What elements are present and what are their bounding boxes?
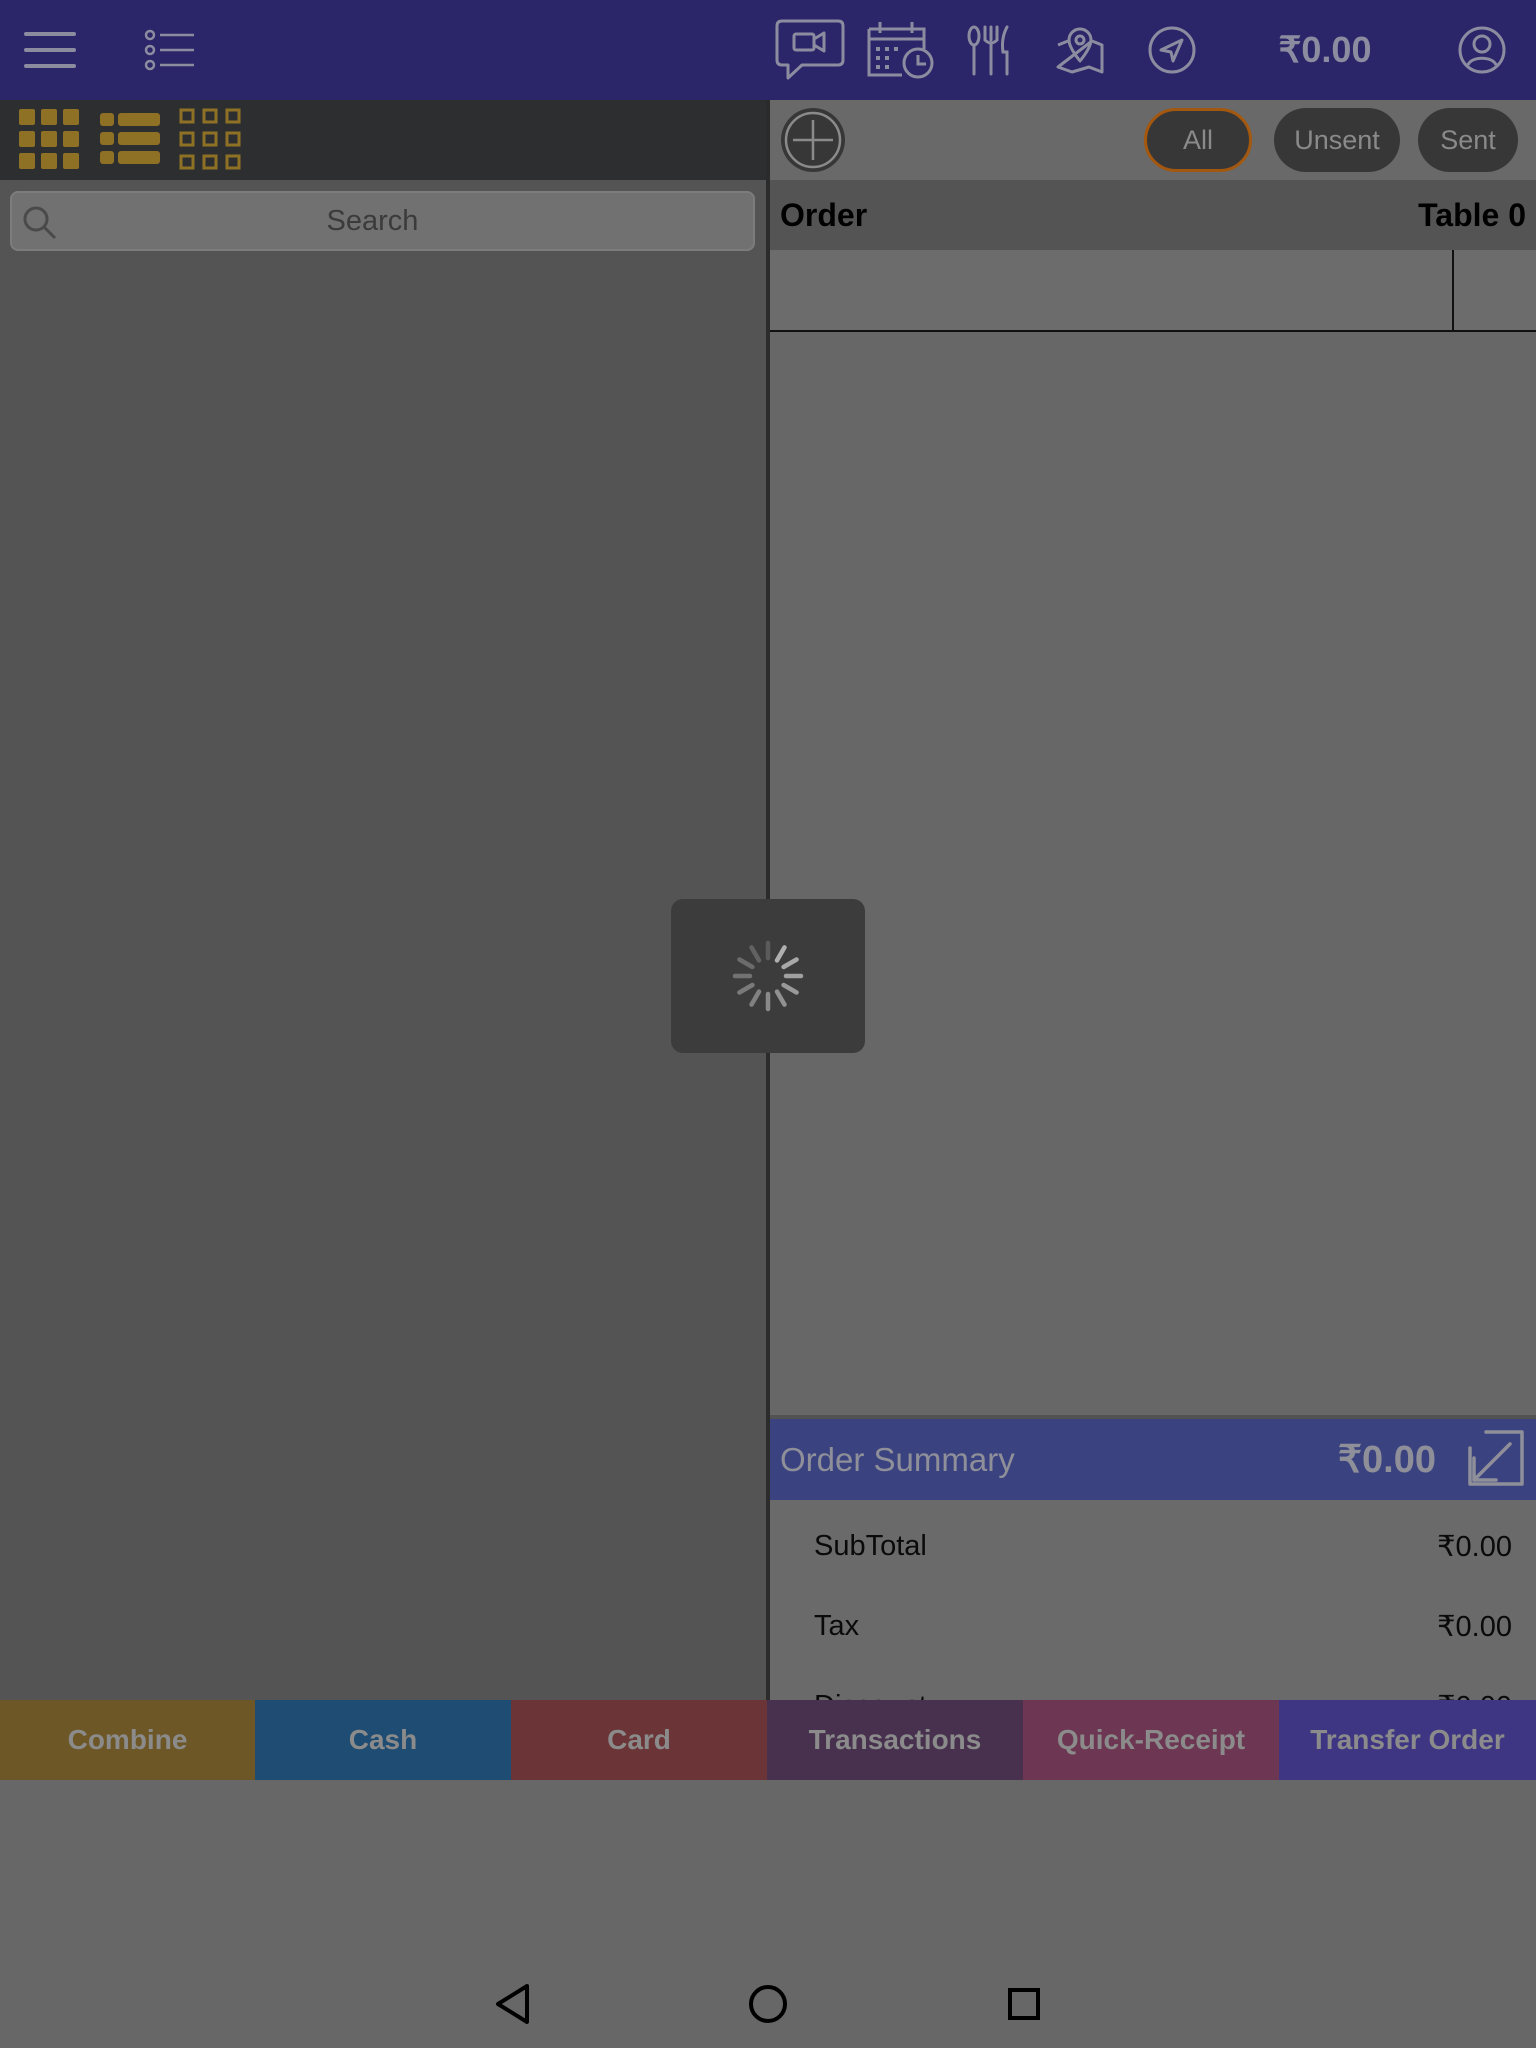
map-pin-icon[interactable] [1052, 0, 1108, 100]
order-filter-bar: All Unsent Sent [770, 100, 1536, 180]
collapse-arrow-icon[interactable] [1464, 1426, 1528, 1490]
spinner-icon [732, 940, 804, 1012]
discount-value: ₹0.00 [1437, 1689, 1512, 1701]
list-icon[interactable] [140, 0, 200, 100]
video-chat-icon[interactable] [772, 0, 848, 100]
cash-button[interactable]: Cash [255, 1700, 511, 1780]
search-icon [22, 205, 58, 246]
filter-unsent-pill[interactable]: Unsent [1274, 108, 1400, 172]
calendar-clock-icon[interactable] [866, 0, 936, 100]
system-nav-bar [0, 1960, 1536, 2048]
plus-circle-icon [784, 111, 842, 169]
search-field[interactable] [10, 191, 755, 251]
summary-title: Order Summary [780, 1440, 1015, 1478]
list-view-icon[interactable] [99, 108, 161, 175]
subtotal-label: SubTotal [814, 1529, 927, 1562]
combine-button[interactable]: Combine [0, 1700, 255, 1780]
cutlery-icon[interactable] [962, 0, 1018, 100]
column-separator [1452, 250, 1454, 330]
discount-label: Discount [814, 1690, 927, 1701]
transfer-order-button[interactable]: Transfer Order [1279, 1700, 1536, 1780]
header-total: ₹0.00 [1278, 29, 1372, 70]
grid-outline-icon[interactable] [179, 108, 241, 175]
summary-total: ₹0.00 [1337, 1439, 1436, 1481]
recents-icon[interactable] [994, 1974, 1054, 2034]
menu-icon[interactable] [18, 0, 82, 100]
navigation-icon[interactable] [1144, 0, 1200, 100]
add-order-button[interactable] [781, 108, 845, 172]
user-icon[interactable] [1454, 0, 1510, 100]
order-items-list [770, 332, 1536, 1515]
subtotal-value: ₹0.00 [1437, 1530, 1512, 1563]
back-icon[interactable] [482, 1974, 542, 2034]
order-title: Order [780, 196, 868, 233]
order-summary-body: SubTotal ₹0.00 Tax ₹0.00 Discount ₹0.00 [770, 1500, 1536, 1700]
transactions-button[interactable]: Transactions [767, 1700, 1023, 1780]
tax-value: ₹0.00 [1437, 1610, 1512, 1643]
order-panel: All Unsent Sent Order Table 0 Order Summ… [770, 100, 1536, 1700]
card-button[interactable]: Card [511, 1700, 767, 1780]
table-label[interactable]: Table 0 [1418, 197, 1526, 234]
top-app-bar: ₹0.00 [0, 0, 1536, 100]
empty-area [0, 1780, 1536, 1960]
order-items-header [770, 250, 1536, 332]
loading-dialog [671, 899, 865, 1053]
filter-sent-pill[interactable]: Sent [1418, 108, 1518, 172]
action-bar: Combine Cash Card Transactions Quick-Rec… [0, 1700, 1536, 1780]
filter-all-pill[interactable]: All [1144, 108, 1252, 172]
grid-large-icon[interactable] [18, 108, 80, 175]
summary-row-tax: Tax ₹0.00 [770, 1596, 1536, 1656]
order-summary-header[interactable]: Order Summary ₹0.00 [770, 1419, 1536, 1500]
view-mode-bar [0, 100, 766, 180]
search-input[interactable] [12, 193, 753, 249]
home-icon[interactable] [738, 1974, 798, 2034]
summary-row-discount: Discount ₹0.00 [770, 1676, 1536, 1701]
summary-row-subtotal: SubTotal ₹0.00 [770, 1516, 1536, 1576]
tax-label: Tax [814, 1609, 860, 1642]
product-panel [0, 100, 766, 1700]
order-header: Order Table 0 [770, 180, 1536, 250]
product-list-area [0, 260, 766, 1700]
quick-receipt-button[interactable]: Quick-Receipt [1023, 1700, 1279, 1780]
